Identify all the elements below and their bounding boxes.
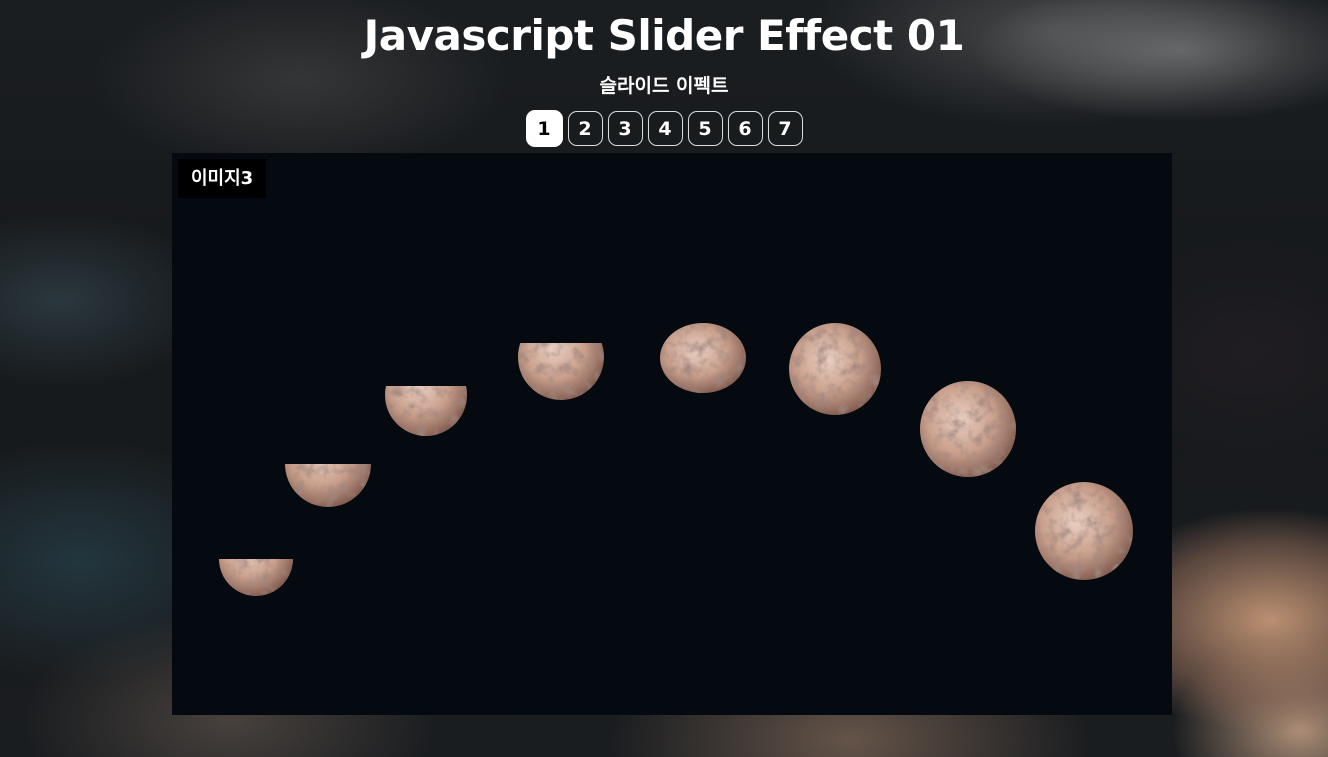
moon-phase-4 [518, 343, 604, 400]
page-subtitle: 슬라이드 이펙트 [599, 75, 729, 97]
slider-viewport[interactable]: 이미지3 [172, 153, 1172, 715]
slide-dot-1[interactable]: 1 [525, 110, 563, 147]
moon-phase-7 [920, 381, 1016, 477]
moon-phase-1 [219, 559, 293, 596]
moon-phase-5 [660, 323, 746, 393]
slide-dot-2[interactable]: 2 [567, 111, 603, 146]
moon-phase-8 [1035, 482, 1133, 580]
slide-caption: 이미지3 [178, 159, 267, 198]
moon-phase-2 [285, 464, 371, 507]
slide-dot-5[interactable]: 5 [687, 111, 723, 146]
slide-dot-7[interactable]: 7 [767, 111, 803, 146]
moon-phase-6 [789, 323, 881, 415]
page-title: Javascript Slider Effect 01 [363, 11, 965, 60]
slider-pagination: 1 2 3 4 5 6 7 [0, 110, 1328, 147]
slide-image [219, 323, 1133, 596]
slide-dot-4[interactable]: 4 [647, 111, 683, 146]
slide-dot-6[interactable]: 6 [727, 111, 763, 146]
moon-phase-3 [385, 386, 467, 436]
slide-dot-3[interactable]: 3 [607, 111, 643, 146]
